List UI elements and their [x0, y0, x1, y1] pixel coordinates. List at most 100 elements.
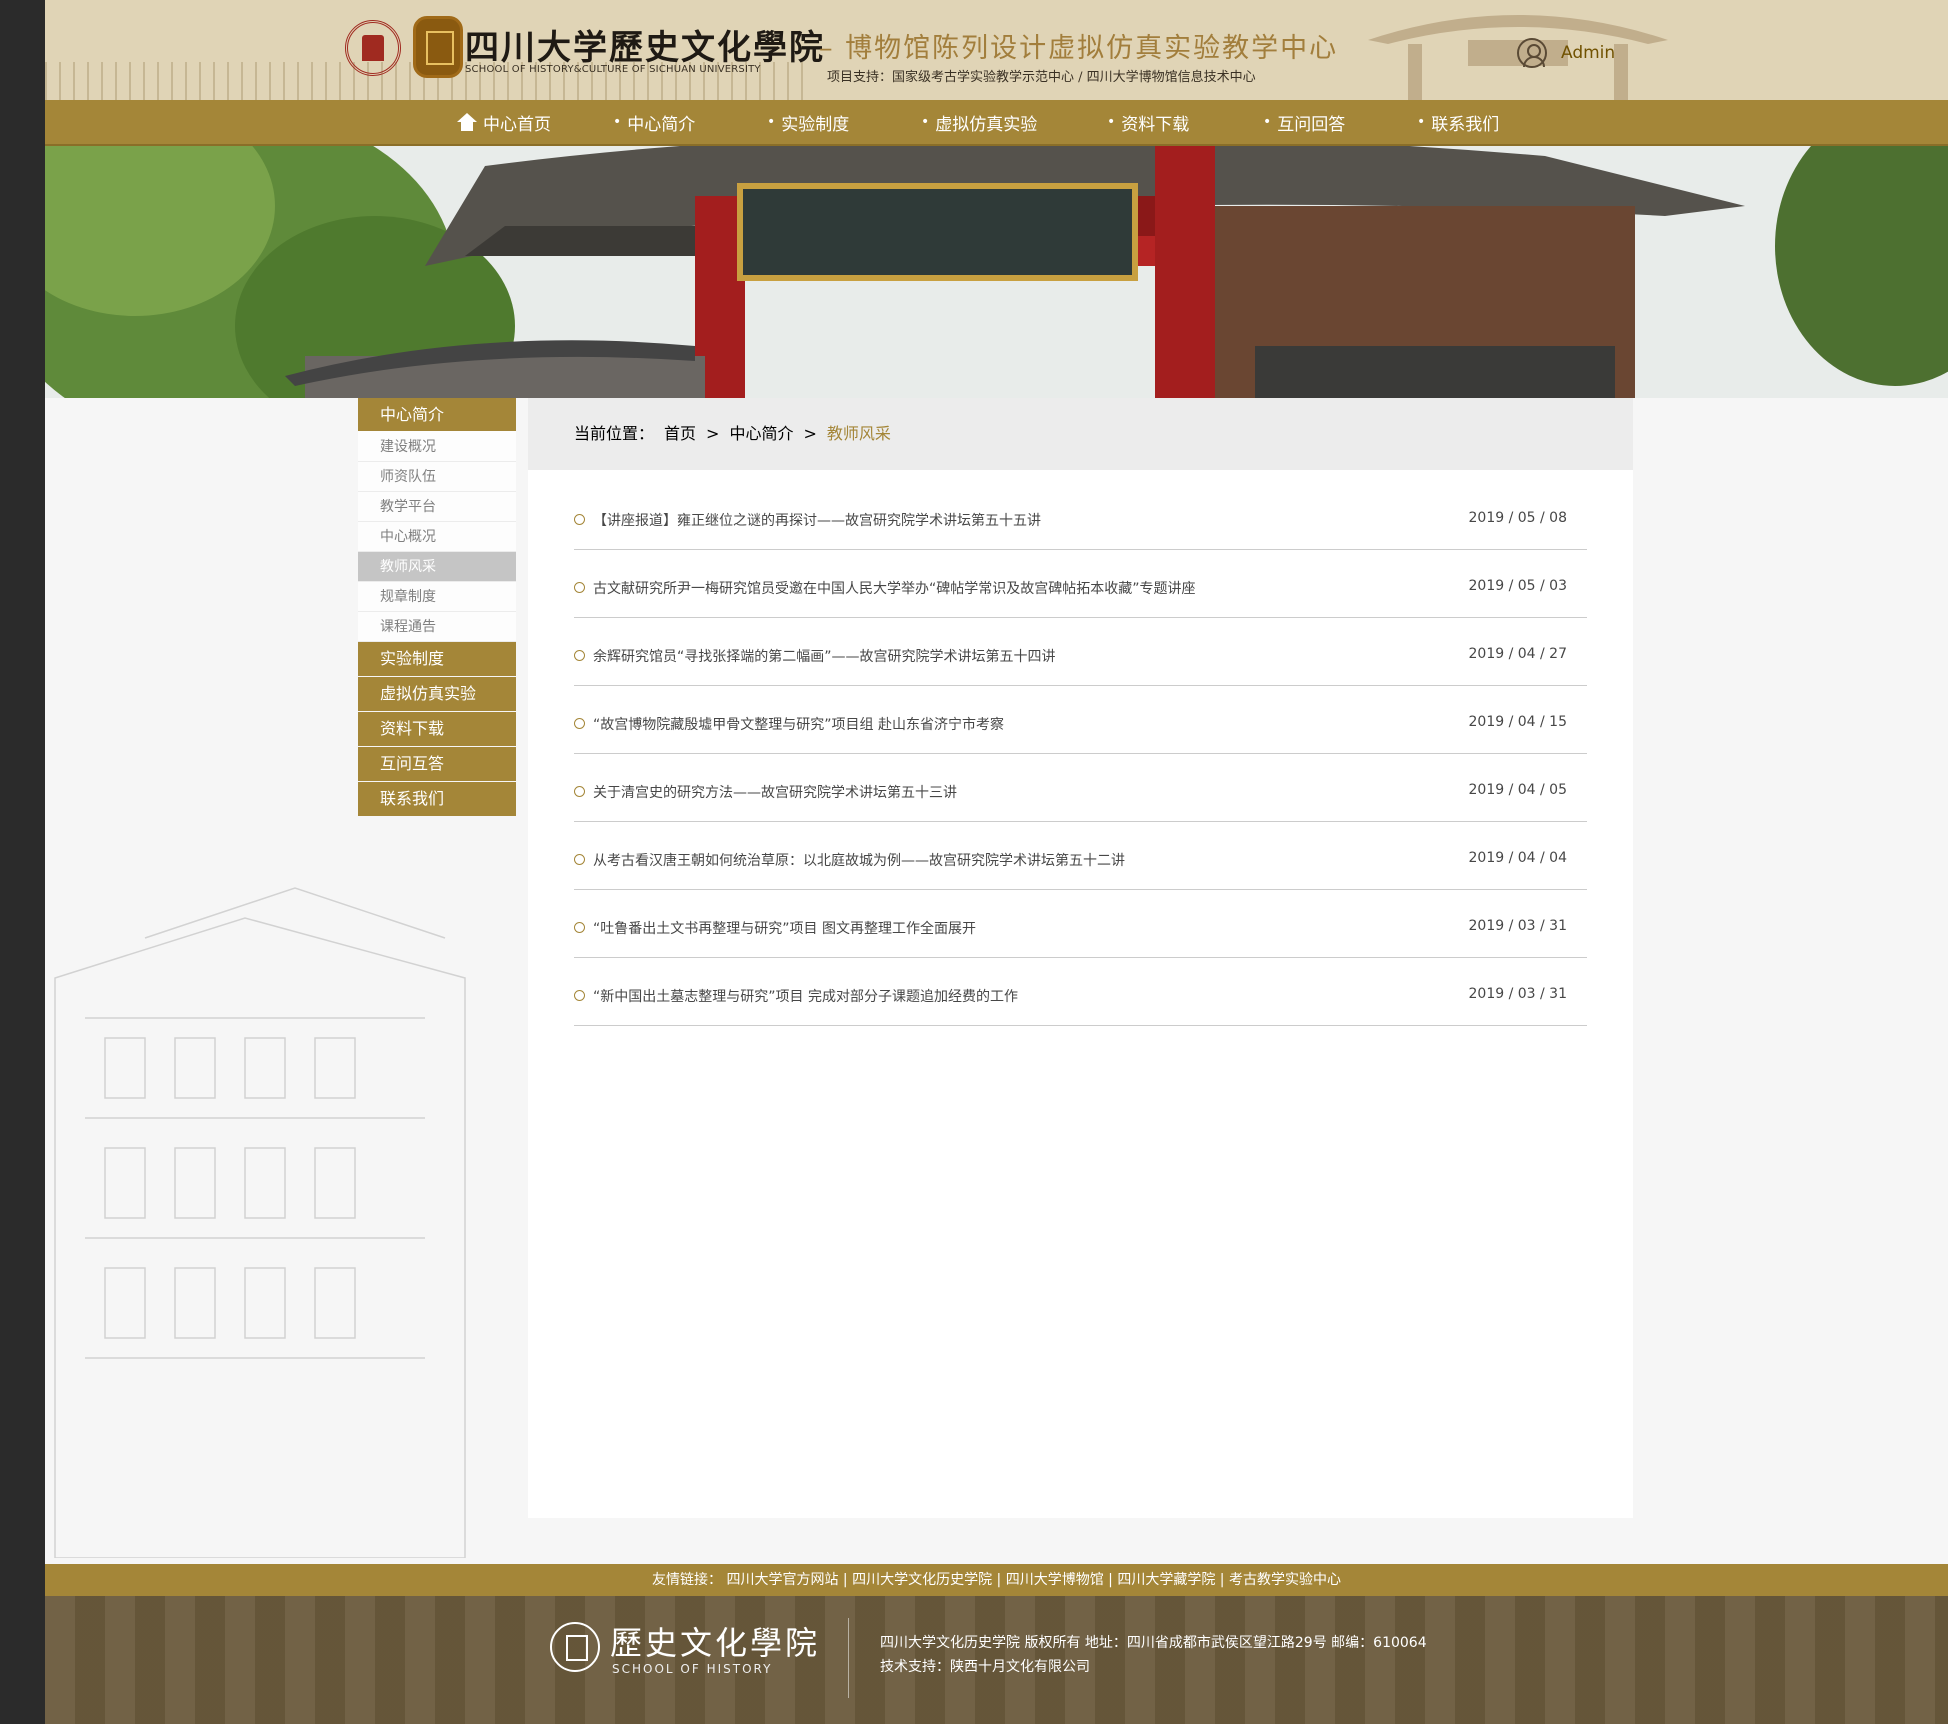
news-item[interactable]: 古文献研究所尹一梅研究馆员受邀在中国人民大学举办“碑帖学常识及故宫碑帖拓本收藏”… — [574, 550, 1587, 618]
breadcrumb-current: 教师风采 — [826, 424, 891, 443]
sidebar-cat-contact[interactable]: 联系我们 — [358, 782, 516, 816]
site-header: 四川大学歷史文化學院 SCHOOL OF HISTORY&CULTURE OF … — [45, 0, 1948, 100]
news-date: 2019 / 05 / 03 — [1468, 578, 1568, 594]
nav-item-contact[interactable]: • 联系我们 — [1417, 110, 1499, 135]
sidebar-cat-virtual-lab[interactable]: 虚拟仿真实验 — [358, 677, 516, 711]
page: 四川大学歷史文化學院 SCHOOL OF HISTORY&CULTURE OF … — [45, 0, 1948, 1724]
news-title[interactable]: “故宫博物院藏殷墟甲骨文整理与研究”项目组 赴山东省济宁市考察 — [593, 714, 1467, 734]
news-item[interactable]: “吐鲁番出土文书再整理与研究”项目 图文再整理工作全面展开 2019 / 03 /… — [574, 890, 1587, 958]
nav-item-qa[interactable]: • 互问回答 — [1263, 110, 1417, 135]
breadcrumb-sep: > — [803, 424, 817, 443]
news-item[interactable]: 关于清宫史的研究方法——故宫研究院学术讲坛第五十三讲 2019 / 04 / 05 — [574, 754, 1587, 822]
breadcrumb-home[interactable]: 首页 — [664, 398, 696, 470]
friend-link[interactable]: 考古教学实验中心 — [1229, 1572, 1341, 1588]
sidebar-submenu: 建设概况 师资队伍 教学平台 中心概况 教师风采 规章制度 课程通告 — [358, 432, 516, 642]
news-date: 2019 / 03 / 31 — [1468, 986, 1568, 1002]
footer-logo-cn: 歷史文化學院 — [610, 1624, 821, 1662]
link-separator: | — [1103, 1572, 1118, 1588]
news-date: 2019 / 04 / 04 — [1468, 850, 1568, 866]
building-sketch-decoration — [54, 887, 466, 1558]
home-icon — [457, 113, 477, 131]
university-gate-illustration — [45, 146, 1948, 398]
bullet-icon: • — [1417, 114, 1426, 130]
university-seal-icon — [345, 20, 401, 76]
sidebar-item-overview[interactable]: 中心概况 — [358, 522, 516, 552]
news-title[interactable]: “吐鲁番出土文书再整理与研究”项目 图文再整理工作全面展开 — [593, 918, 1467, 938]
banner-image — [45, 146, 1948, 398]
news-title[interactable]: 余辉研究馆员“寻找张择端的第二幅画”——故宫研究院学术讲坛第五十四讲 — [593, 646, 1467, 666]
news-list: 【讲座报道】雍正继位之谜的再探讨——故宫研究院学术讲坛第五十五讲 2019 / 0… — [574, 510, 1587, 1026]
news-date: 2019 / 05 / 08 — [1468, 510, 1568, 526]
content-area: 中心简介 建设概况 师资队伍 教学平台 中心概况 教师风采 规章制度 课程通告 … — [45, 398, 1948, 1564]
nav-item-virtual-lab[interactable]: • 虚拟仿真实验 — [921, 110, 1107, 135]
footer-seal-icon — [550, 1622, 600, 1672]
sidebar-head-about[interactable]: 中心简介 — [358, 398, 516, 432]
project-support: 项目支持：国家级考古学实验教学示范中心 / 四川大学博物馆信息技术中心 — [827, 70, 1256, 85]
sidebar-cat-qa[interactable]: 互问互答 — [358, 747, 516, 781]
news-item[interactable]: 【讲座报道】雍正继位之谜的再探讨——故宫研究院学术讲坛第五十五讲 2019 / 0… — [574, 510, 1587, 550]
circle-bullet-icon — [574, 514, 585, 525]
bullet-icon: • — [1263, 114, 1272, 130]
sidebar-item-construction[interactable]: 建设概况 — [358, 432, 516, 462]
school-name-cn: 四川大学歷史文化學院 — [465, 28, 825, 68]
news-item[interactable]: 余辉研究馆员“寻找张择端的第二幅画”——故宫研究院学术讲坛第五十四讲 2019 /… — [574, 618, 1587, 686]
news-item[interactable]: “故宫博物院藏殷墟甲骨文整理与研究”项目组 赴山东省济宁市考察 2019 / 04… — [574, 686, 1587, 754]
news-date: 2019 / 04 / 27 — [1468, 646, 1568, 662]
news-title[interactable]: 【讲座报道】雍正继位之谜的再探讨——故宫研究院学术讲坛第五十五讲 — [593, 510, 1467, 530]
sidebar-item-regulations[interactable]: 规章制度 — [358, 582, 516, 612]
sidebar: 中心简介 建设概况 师资队伍 教学平台 中心概况 教师风采 规章制度 课程通告 … — [358, 398, 516, 816]
footer-logo-en: SCHOOL OF HISTORY — [612, 1662, 773, 1676]
breadcrumb-parent[interactable]: 中心简介 — [729, 398, 793, 470]
footer-tech-support: 技术支持：陕西十月文化有限公司 — [880, 1659, 1090, 1675]
school-emblem-icon — [413, 16, 463, 78]
circle-bullet-icon — [574, 786, 585, 797]
nav-item-home[interactable]: 中心首页 — [457, 110, 613, 135]
nav-item-downloads[interactable]: • 资料下载 — [1107, 110, 1263, 135]
link-separator: | — [838, 1572, 853, 1588]
sidebar-cat-downloads[interactable]: 资料下载 — [358, 712, 516, 746]
news-title[interactable]: 古文献研究所尹一梅研究馆员受邀在中国人民大学举办“碑帖学常识及故宫碑帖拓本收藏”… — [593, 578, 1467, 598]
sidebar-item-platform[interactable]: 教学平台 — [358, 492, 516, 522]
user-menu[interactable]: Admin — [1517, 38, 1615, 68]
nav-item-rules[interactable]: • 实验制度 — [767, 110, 921, 135]
main-panel: 当前位置： 首页 > 中心简介 > 教师风采 【讲座报道】雍正继位之谜的再探讨—… — [528, 398, 1633, 1518]
nav-item-about[interactable]: • 中心简介 — [613, 110, 767, 135]
circle-bullet-icon — [574, 990, 585, 1001]
site-footer: 歷史文化學院 SCHOOL OF HISTORY 四川大学文化历史学院 版权所有… — [45, 1596, 1948, 1724]
circle-bullet-icon — [574, 650, 585, 661]
sidebar-item-teachers[interactable]: 教师风采 — [358, 552, 516, 582]
main-nav: 中心首页 • 中心简介 • 实验制度 • 虚拟仿真实验 • 资料下载 • 互问回答 • 联系… — [45, 100, 1948, 146]
news-item[interactable]: “新中国出土墓志整理与研究”项目 完成对部分子课题追加经费的工作 2019 / 0… — [574, 958, 1587, 1026]
news-title[interactable]: “新中国出土墓志整理与研究”项目 完成对部分子课题追加经费的工作 — [593, 986, 1467, 1006]
news-date: 2019 / 03 / 31 — [1468, 918, 1568, 934]
breadcrumb: 当前位置： 首页 > 中心简介 > 教师风采 — [528, 398, 1633, 470]
news-item[interactable]: 从考古看汉唐王朝如何统治草原：以北庭故城为例——故宫研究院学术讲坛第五十二讲 20… — [574, 822, 1587, 890]
friend-link[interactable]: 四川大学官方网站 — [726, 1572, 838, 1588]
news-title[interactable]: 从考古看汉唐王朝如何统治草原：以北庭故城为例——故宫研究院学术讲坛第五十二讲 — [593, 850, 1467, 870]
friend-link[interactable]: 四川大学文化历史学院 — [852, 1572, 992, 1588]
news-date: 2019 / 04 / 15 — [1468, 714, 1568, 730]
link-separator: | — [1215, 1572, 1229, 1588]
school-name-en: SCHOOL OF HISTORY&CULTURE OF SICHUAN UNI… — [465, 64, 761, 75]
breadcrumb-prefix: 当前位置： — [574, 424, 655, 443]
friend-links-label: 友情链接： — [652, 1572, 723, 1588]
sidebar-item-notices[interactable]: 课程通告 — [358, 612, 516, 642]
bullet-icon: • — [1107, 114, 1116, 130]
breadcrumb-sep: > — [706, 424, 720, 443]
circle-bullet-icon — [574, 922, 585, 933]
bullet-icon: • — [613, 114, 622, 130]
news-date: 2019 / 04 / 05 — [1468, 782, 1568, 798]
bullet-icon: • — [921, 114, 930, 130]
bullet-icon: • — [767, 114, 776, 130]
center-title: – 博物馆陈列设计虚拟仿真实验教学中心 — [819, 33, 1339, 64]
sidebar-cat-rules[interactable]: 实验制度 — [358, 642, 516, 676]
news-title[interactable]: 关于清宫史的研究方法——故宫研究院学术讲坛第五十三讲 — [593, 782, 1467, 802]
user-name[interactable]: Admin — [1561, 43, 1615, 63]
friend-link[interactable]: 四川大学博物馆 — [1006, 1572, 1104, 1588]
circle-bullet-icon — [574, 854, 585, 865]
sidebar-item-faculty[interactable]: 师资队伍 — [358, 462, 516, 492]
friend-link[interactable]: 四川大学藏学院 — [1117, 1572, 1215, 1588]
circle-bullet-icon — [574, 718, 585, 729]
user-icon[interactable] — [1517, 38, 1547, 68]
circle-bullet-icon — [574, 582, 585, 593]
